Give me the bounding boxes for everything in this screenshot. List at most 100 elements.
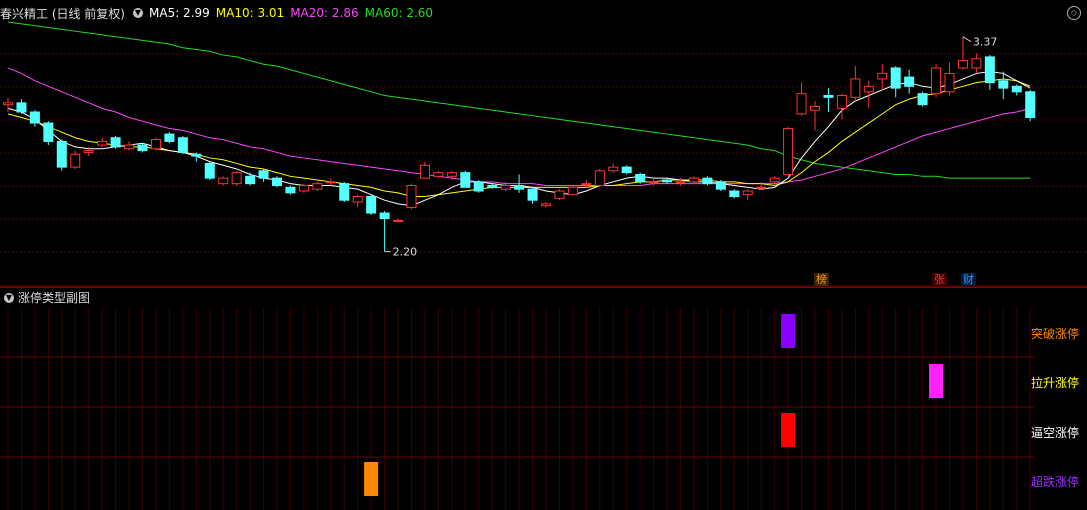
- candle: [325, 178, 336, 186]
- subchart-title: 涨停类型副图: [18, 291, 91, 305]
- candle-body: [621, 166, 632, 174]
- candle-body: [258, 170, 269, 179]
- ma20-line: [7, 67, 1031, 186]
- candle-body: [285, 186, 296, 194]
- label-pullup-limit: 拉升涨停: [1030, 376, 1079, 390]
- subchart-settings-icon[interactable]: ▼: [4, 292, 14, 303]
- candle-body: [715, 181, 726, 190]
- candle-body: [984, 56, 995, 84]
- candle: [769, 176, 780, 184]
- high-pointer: [962, 36, 972, 43]
- candle: [379, 211, 390, 252]
- candle-body: [487, 184, 498, 188]
- candle: [984, 55, 995, 90]
- candle-body: [83, 150, 94, 153]
- candle-body: [191, 153, 202, 157]
- candle-body: [393, 219, 404, 222]
- limit-up-chart[interactable]: [0, 287, 1087, 510]
- subchart-header: ▼ 涨停类型副图: [2, 289, 90, 306]
- candle: [756, 181, 767, 190]
- candle-body: [688, 177, 699, 183]
- candle: [541, 202, 551, 208]
- candle: [285, 185, 296, 195]
- candle-body: [204, 162, 215, 179]
- settings-circle-icon[interactable]: ▼: [133, 8, 143, 18]
- candle-body: [796, 93, 807, 115]
- candle: [137, 143, 148, 153]
- candle: [406, 183, 417, 210]
- kline-panel[interactable]: 3.37 2.20 春兴精工 (日线 前复权) ▼ MA5: 2.99 MA10:…: [0, 0, 1087, 287]
- candle: [904, 69, 915, 94]
- candle: [150, 137, 161, 151]
- candle: [971, 53, 982, 74]
- candle: [352, 194, 363, 208]
- candle-body: [1025, 91, 1036, 119]
- candle-body: [971, 58, 982, 69]
- candle-body: [527, 188, 538, 201]
- kline-chart[interactable]: 3.37 2.20: [0, 0, 1087, 287]
- candle: [567, 185, 578, 196]
- candle-body: [890, 67, 901, 89]
- candle-body: [433, 172, 444, 177]
- candle: [621, 165, 632, 175]
- marker-zhang[interactable]: 张: [932, 273, 947, 286]
- candle: [16, 99, 27, 114]
- candle-body: [3, 102, 13, 106]
- candle: [917, 91, 928, 107]
- candle: [608, 163, 619, 173]
- limit-up-bar: [929, 364, 944, 398]
- candle-body: [164, 133, 175, 142]
- candle-body: [1011, 85, 1022, 93]
- candle: [594, 168, 605, 188]
- candle: [298, 183, 309, 193]
- candle-body: [702, 177, 713, 185]
- candle-body: [810, 106, 820, 111]
- expand-icon[interactable]: ◇: [1067, 6, 1081, 20]
- candle-body: [231, 172, 242, 185]
- candle-body: [124, 144, 135, 150]
- candle-body: [823, 94, 834, 98]
- candle: [836, 93, 847, 120]
- candle-body: [272, 177, 282, 186]
- candle-body: [931, 67, 942, 95]
- candle: [783, 126, 794, 177]
- candle: [339, 181, 350, 203]
- candle-body: [110, 137, 121, 148]
- candle-body: [56, 140, 67, 168]
- marker-bang[interactable]: 榜: [814, 273, 829, 286]
- limit-up-subchart[interactable]: ▼ 涨停类型副图 突破涨停 拉升涨停 逼空涨停 超跌涨停: [0, 287, 1087, 510]
- candle-body: [352, 196, 363, 203]
- candle-body: [43, 122, 54, 142]
- candle-body: [998, 80, 1009, 89]
- candle-body: [473, 181, 484, 192]
- candle: [810, 100, 820, 131]
- candle: [204, 161, 215, 180]
- candle: [823, 88, 834, 113]
- candle-body: [675, 181, 686, 184]
- candle-body: [137, 144, 148, 152]
- candle-body: [379, 212, 390, 220]
- candle: [177, 135, 188, 155]
- candle-body: [500, 184, 511, 190]
- candle-body: [944, 72, 955, 93]
- ma5-label: MA5: 2.99: [149, 6, 210, 20]
- candle-body: [904, 76, 915, 87]
- candle: [110, 135, 121, 149]
- candle-body: [541, 203, 551, 207]
- candle: [931, 64, 942, 98]
- limit-up-bar: [781, 314, 796, 348]
- candle: [957, 36, 968, 70]
- candle-body: [635, 173, 646, 183]
- candle-body: [325, 181, 336, 184]
- marker-cai[interactable]: 财: [961, 273, 976, 286]
- limit-up-bar: [364, 462, 379, 496]
- candle-body: [769, 177, 780, 183]
- candle-body: [446, 172, 457, 177]
- candle-body: [460, 172, 471, 188]
- candle-body: [662, 179, 673, 183]
- candle: [998, 71, 1009, 100]
- candle-body: [863, 85, 874, 93]
- ma20-label: MA20: 2.86: [290, 6, 359, 20]
- label-breakout-limit: 突破涨停: [1030, 327, 1079, 341]
- candle: [366, 194, 377, 215]
